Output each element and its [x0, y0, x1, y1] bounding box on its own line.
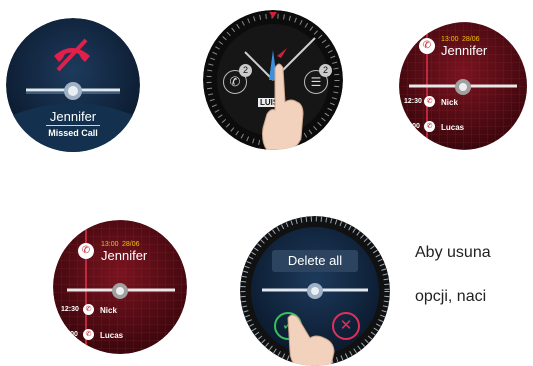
watchface-watch: ✆ 2 ☰ 2 LUIS	[203, 10, 343, 150]
entry-name: Nick	[441, 98, 458, 107]
call-log-watch: ✆ 13:00 28/06 Jennifer 12:30 ✆ Nick 12:0…	[399, 22, 533, 150]
entry-call-icon: ✆	[424, 121, 435, 132]
entry-call-icon: ✆	[83, 304, 94, 315]
instruction-line-1: Aby usuna	[415, 244, 491, 261]
tap-hand-icon	[287, 314, 335, 366]
call-date: 28/06	[122, 241, 140, 248]
entry-call-icon: ✆	[83, 329, 94, 340]
caller-name: Jennifer	[101, 248, 148, 263]
entry-time: 12:00	[60, 331, 78, 338]
delete-all-watch: Delete all ✓ ✕	[240, 216, 390, 366]
delete-all-button[interactable]: Delete all	[272, 250, 358, 272]
call-date: 28/06	[462, 36, 480, 43]
call-log-watch-2: ✆ 13:00 28/06 Jennifer 12:30 ✆ Nick 12:0…	[53, 220, 187, 354]
entry-time: 12:30	[61, 306, 79, 313]
message-badge: 2	[319, 64, 332, 77]
missed-call-label: Missed Call	[48, 128, 98, 138]
caller-name: Jennifer	[441, 43, 488, 58]
call-time: 13:00	[101, 241, 119, 248]
divider	[46, 125, 100, 126]
entry-call-icon: ✆	[424, 96, 435, 107]
missed-call-watch: Jennifer Missed Call	[6, 18, 140, 152]
call-icon: ✆	[78, 243, 94, 259]
call-icon: ✆	[419, 38, 435, 54]
instruction-line-2: opcji, naci	[415, 288, 487, 305]
entry-name: Lucas	[441, 123, 465, 132]
caller-name: Jennifer	[49, 109, 97, 124]
entry-time: 12:30	[404, 98, 422, 105]
entry-time: 12:00	[402, 123, 420, 130]
entry-name: Lucas	[100, 331, 124, 340]
call-time: 13:00	[441, 36, 459, 43]
entry-name: Nick	[100, 306, 117, 315]
tap-hand-icon	[262, 63, 304, 150]
missed-call-icon	[54, 38, 90, 72]
phone-badge: 2	[239, 64, 252, 77]
